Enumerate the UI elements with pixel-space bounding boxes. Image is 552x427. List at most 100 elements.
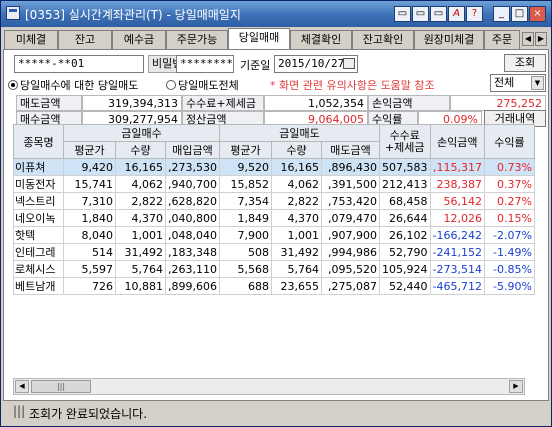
cell-buy-avg: 5,597 — [63, 260, 116, 278]
tab-balance-check[interactable]: 잔고확인 — [352, 30, 414, 49]
cell-sell-qty: 5,764 — [271, 260, 322, 278]
cell-pnl: -241,152 — [429, 243, 485, 261]
table-row[interactable]: 이퓨쳐 9,420 16,165,273,530 9,520 16,165,896,43… — [13, 158, 535, 176]
table-row[interactable]: 핫텍 8,040 1,001,048,040 7,900 1,001,907,900 26… — [13, 226, 535, 244]
tab-scroll-left-icon[interactable]: ◀ — [522, 32, 534, 46]
table-row[interactable]: 미동전자 15,741 4,062,940,700 15,852 4,062,391,5… — [13, 175, 535, 193]
chevron-down-icon: ▼ — [531, 76, 544, 90]
tab-ledger-unfilled[interactable]: 원장미체결 — [414, 30, 484, 49]
query-button[interactable]: 조회 — [504, 54, 546, 72]
table-row[interactable]: 로체시스 5,597 5,764,263,110 5,568 5,764,095,520… — [13, 260, 535, 278]
scroll-left-icon[interactable]: ◀ — [15, 380, 29, 393]
cell-fee: 26,644 — [379, 209, 431, 227]
table-row[interactable]: 베트남개 726 10,881,899,606 688 23,655,275,087 52… — [13, 277, 535, 295]
tab-scroll-right-icon[interactable]: ▶ — [535, 32, 547, 46]
password-field[interactable]: ******** — [176, 55, 234, 73]
minimize-button[interactable]: _ — [493, 6, 510, 22]
col-sell-amount[interactable]: 매도금액 — [321, 141, 380, 159]
cell-sell-avg: 7,900 — [219, 226, 272, 244]
cell-sell-amount: ,994,986 — [321, 243, 380, 261]
cell-rate: -5.90% — [483, 277, 535, 295]
cell-rate: 0.73% — [483, 158, 535, 176]
cell-sell-amount: ,079,470 — [321, 209, 380, 227]
radio-today-sell-all[interactable]: 당일매도전체 — [166, 77, 239, 93]
table-row[interactable]: 넥스트리 7,310 2,822,628,820 7,354 2,822,753,420… — [13, 192, 535, 210]
cell-sell-amount: ,095,520 — [321, 260, 380, 278]
cell-pnl: -273,514 — [429, 260, 485, 278]
col-group-today-sell: 금일매도 — [219, 124, 380, 142]
tab-order[interactable]: 주문 — [484, 30, 520, 49]
cell-sell-avg: 508 — [219, 243, 272, 261]
radio-unchecked-icon — [166, 80, 176, 90]
table-row[interactable]: 네오이녹 1,840 4,370,040,800 1,849 4,370,079,470… — [13, 209, 535, 227]
layout-icon[interactable]: ▭ — [394, 6, 411, 22]
cell-sell-avg: 5,568 — [219, 260, 272, 278]
account-field[interactable]: *****-**01 — [14, 55, 144, 73]
maximize-button[interactable]: □ — [511, 6, 528, 22]
cell-stock-name: 이퓨쳐 — [13, 158, 64, 176]
cell-buy-qty: 1,001 — [115, 226, 166, 244]
scroll-thumb[interactable]: ||| — [31, 380, 91, 393]
cell-buy-qty: 4,062 — [115, 175, 166, 193]
tab-unfilled[interactable]: 미체결 — [4, 30, 58, 49]
col-sell-avg[interactable]: 평균가 — [219, 141, 272, 159]
radio-today-buy-sell-label: 당일매수에 대한 당일매도 — [20, 79, 139, 92]
cell-sell-amount: ,753,420 — [321, 192, 380, 210]
col-sell-qty[interactable]: 수량 — [271, 141, 322, 159]
tab-balance[interactable]: 잔고 — [58, 30, 112, 49]
cell-fee: 26,102 — [379, 226, 431, 244]
grip-icon: ||| — [13, 404, 26, 418]
col-buy-amount[interactable]: 매입금액 — [165, 141, 220, 159]
cell-buy-avg: 8,040 — [63, 226, 116, 244]
cell-sell-amount: ,896,430 — [321, 158, 380, 176]
tab-orderable[interactable]: 주문가능 — [166, 30, 228, 49]
cell-sell-avg: 1,849 — [219, 209, 272, 227]
fee-value: 1,052,354 — [264, 95, 368, 111]
close-button[interactable]: × — [529, 6, 546, 22]
cell-stock-name: 핫텍 — [13, 226, 64, 244]
scroll-right-icon[interactable]: ▶ — [509, 380, 523, 393]
cell-buy-avg: 15,741 — [63, 175, 116, 193]
cell-buy-amount: ,899,606 — [165, 277, 220, 295]
cell-pnl: 56,142 — [429, 192, 485, 210]
tab-deposit[interactable]: 예수금 — [112, 30, 166, 49]
cell-stock-name: 베트남개 — [13, 277, 64, 295]
cell-sell-qty: 2,822 — [271, 192, 322, 210]
title-bar[interactable]: [0353] 실시간계좌관리(T) - 당일매매일지 ▭ ▭ ▭ A ? _ □… — [1, 1, 551, 27]
cell-pnl: 12,026 — [429, 209, 485, 227]
font-icon[interactable]: A — [448, 6, 465, 22]
cell-sell-avg: 688 — [219, 277, 272, 295]
cell-fee: 52,440 — [379, 277, 431, 295]
col-rate[interactable]: 수익률 — [483, 124, 535, 159]
cell-buy-qty: 4,370 — [115, 209, 166, 227]
copy-icon[interactable]: ▭ — [412, 6, 429, 22]
app-window: [0353] 실시간계좌관리(T) - 당일매매일지 ▭ ▭ ▭ A ? _ □… — [0, 0, 552, 427]
cell-fee: 52,790 — [379, 243, 431, 261]
status-message: 조회가 완료되었습니다. — [29, 407, 148, 421]
cell-pnl: -465,712 — [429, 277, 485, 295]
cell-sell-avg: 7,354 — [219, 192, 272, 210]
col-stock-name[interactable]: 종목명 — [13, 124, 64, 159]
filter-select[interactable]: 전체 ▼ — [490, 74, 546, 92]
sell-amount-label: 매도금액 — [16, 95, 82, 111]
calendar-icon[interactable] — [343, 58, 355, 69]
col-buy-avg[interactable]: 평균가 — [63, 141, 116, 159]
cell-pnl: -166,242 — [429, 226, 485, 244]
help-icon[interactable]: ? — [466, 6, 483, 22]
tab-execution-check[interactable]: 체결확인 — [290, 30, 352, 49]
col-pnl[interactable]: 손익금액 — [429, 124, 485, 159]
cell-sell-qty: 1,001 — [271, 226, 322, 244]
radio-today-buy-sell[interactable]: 당일매수에 대한 당일매도 — [8, 77, 138, 93]
cell-buy-amount: ,183,348 — [165, 243, 220, 261]
date-field[interactable]: 2015/10/27 — [274, 55, 358, 73]
cell-sell-qty: 4,062 — [271, 175, 322, 193]
cell-stock-name: 로체시스 — [13, 260, 64, 278]
col-fee[interactable]: 수수료+제세금 — [379, 124, 431, 159]
table-row[interactable]: 인테그레 514 31,492,183,348 508 31,492,994,986 52… — [13, 243, 535, 261]
cell-buy-qty: 31,492 — [115, 243, 166, 261]
radio-checked-icon — [8, 80, 18, 90]
col-buy-qty[interactable]: 수량 — [115, 141, 166, 159]
print-icon[interactable]: ▭ — [430, 6, 447, 22]
horizontal-scrollbar[interactable]: ◀ ||| ▶ — [13, 378, 525, 395]
tab-daily-trading[interactable]: 당일매매 — [228, 28, 290, 50]
